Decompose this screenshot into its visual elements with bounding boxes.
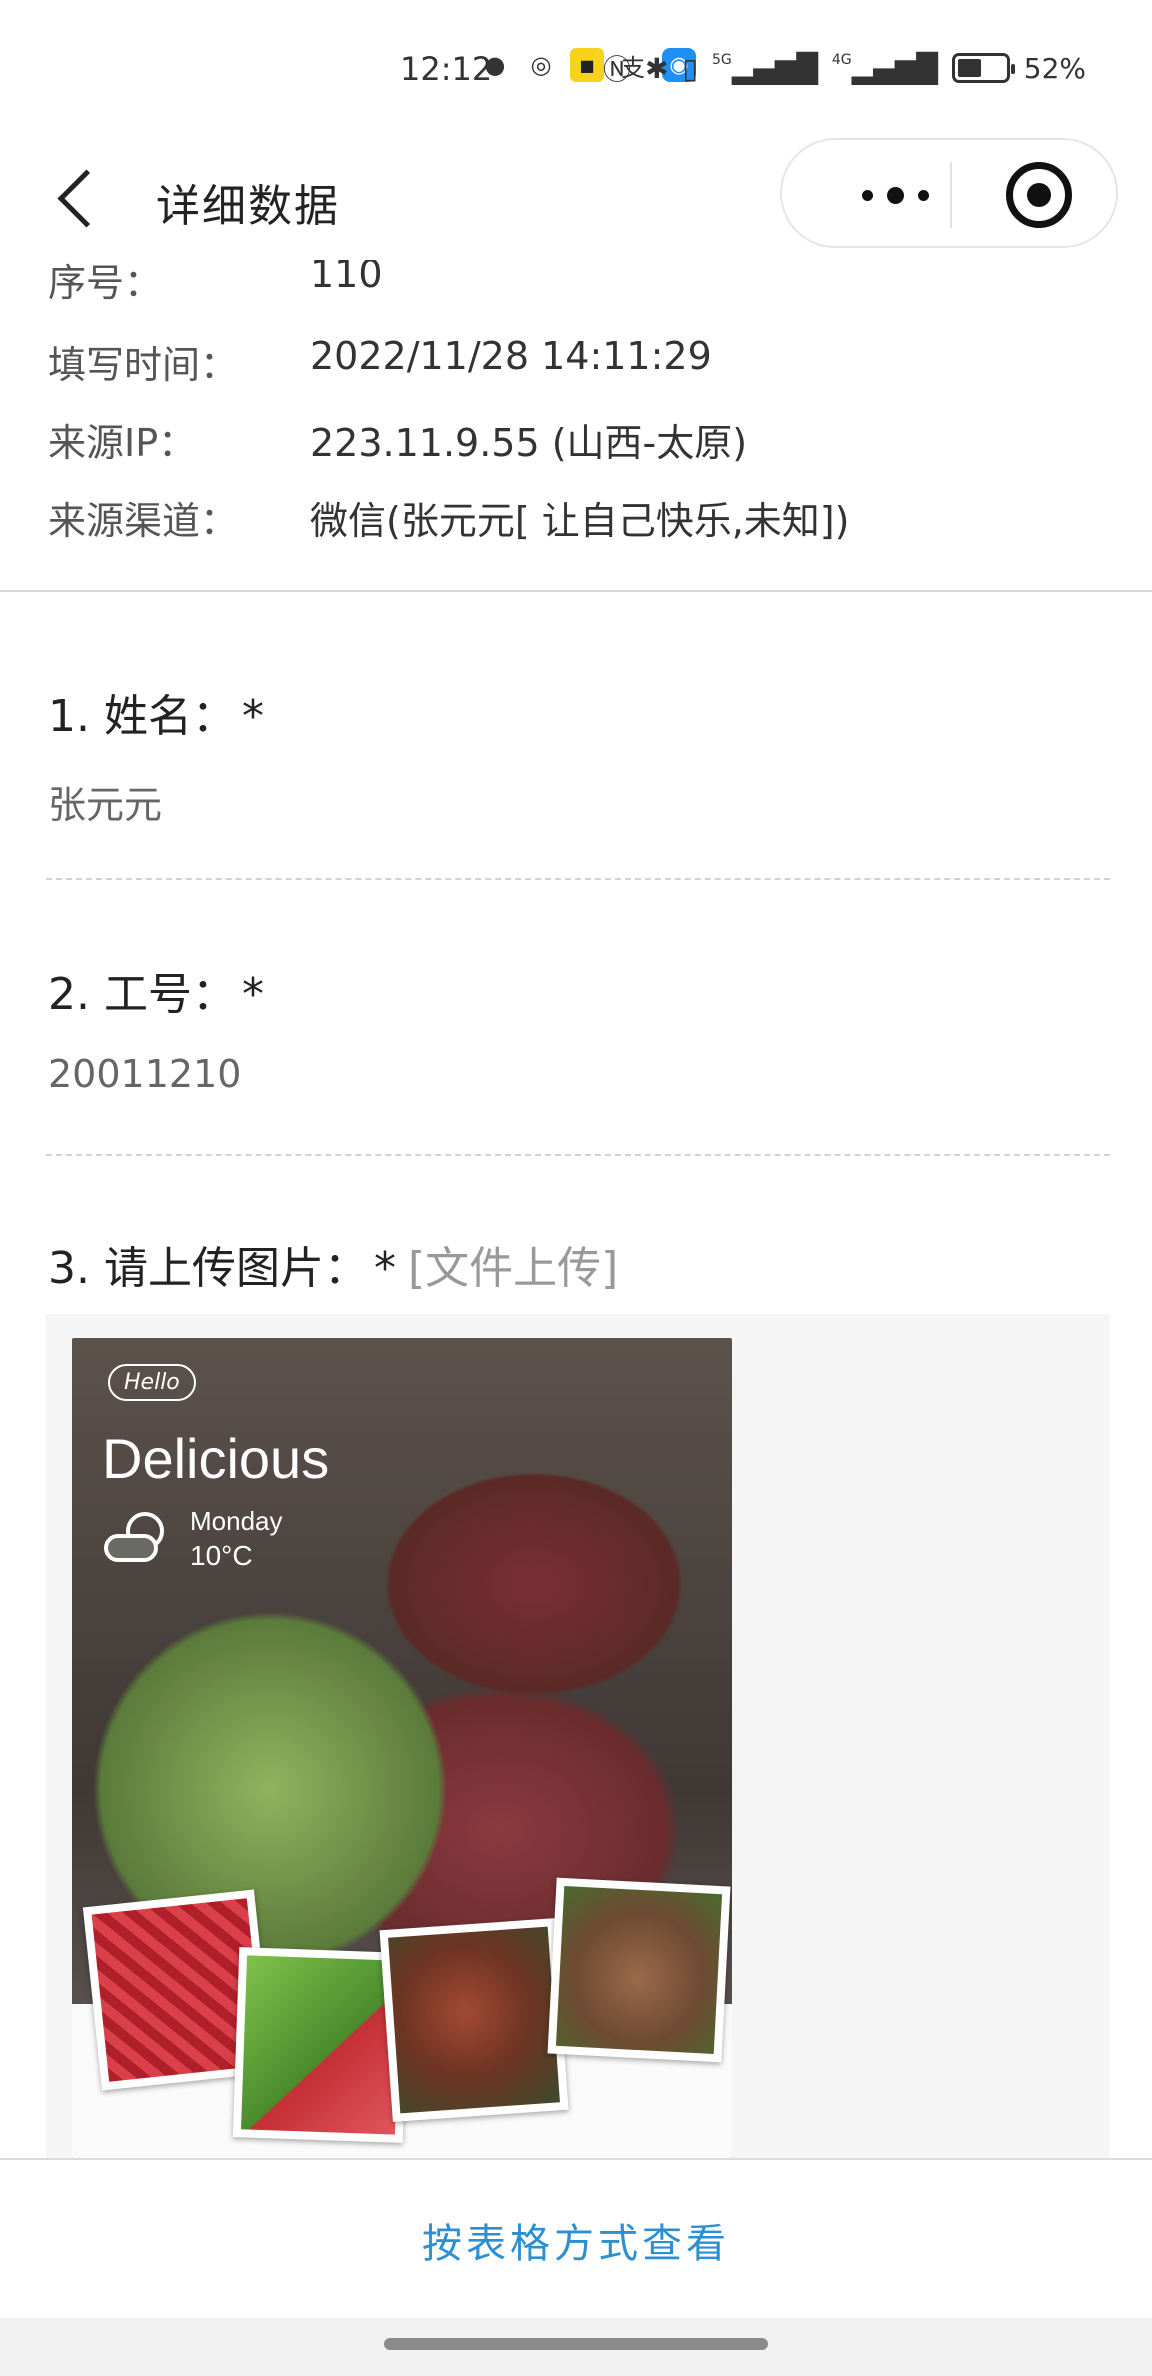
vibrate-icon: ▯ (682, 51, 698, 85)
meta-label: 来源IP： (48, 421, 197, 465)
battery-icon (951, 53, 1015, 83)
question-label: 1. 姓名： (48, 691, 236, 742)
signal-4g-icon: 4G▂▄▆█ (831, 51, 938, 85)
bluetooth-icon: ✱ (645, 51, 669, 85)
nfc-icon: Ⓝ (603, 53, 632, 86)
gesture-area (0, 2318, 1152, 2376)
required-mark: * (241, 691, 264, 742)
network-4g-label: 4G (831, 51, 852, 68)
question-label: 2. 工号： (48, 969, 236, 1020)
question-label: 3. 请上传图片： (48, 1243, 368, 1294)
meta-value: 110 (310, 260, 383, 296)
dashed-divider (46, 878, 1110, 880)
dashed-divider (46, 1154, 1110, 1156)
meta-label: 填写时间： (48, 343, 239, 387)
home-indicator[interactable] (384, 2338, 768, 2350)
status-bar: 12:12 ● ◎ ■ 支 ◉ Ⓝ ✱ ▯ 5G▂▄▆█ 4G▂▄▆█ 52% (0, 0, 1152, 130)
question-name: 1. 姓名： * (48, 680, 264, 744)
uploaded-photo[interactable]: Hello Delicious Monday 10°C (72, 1338, 732, 2158)
detail-content[interactable]: 序号： 110 填写时间： 2022/11/28 14:11:29 来源IP： … (0, 260, 1152, 2160)
upload-preview-box: Hello Delicious Monday 10°C (46, 1314, 1110, 2160)
message-icon: ● (484, 51, 506, 79)
mini-program-capsule (780, 138, 1118, 248)
page-title: 详细数据 (156, 181, 340, 232)
weather-icon: ◎ (530, 51, 552, 79)
battery-fill (957, 59, 981, 77)
required-mark: * (241, 969, 264, 1020)
answer-name: 张元元 (48, 783, 163, 827)
view-as-table-button[interactable]: 按表格方式查看 (0, 2160, 1152, 2320)
meta-value: 微信(张元元[ 让自己快乐,未知]) (310, 499, 850, 543)
taobao-icon: ■ (570, 48, 604, 82)
more-icon[interactable] (830, 170, 960, 220)
question-employee-id: 2. 工号： * (48, 958, 264, 1022)
network-5g-label: 5G (711, 51, 732, 68)
meta-label: 序号： (48, 261, 163, 305)
meta-value: 2022/11/28 14:11:29 (310, 334, 712, 378)
required-mark: * (373, 1243, 396, 1294)
question-upload-image: 3. 请上传图片： * [文件上传] (48, 1232, 618, 1296)
bottom-bar: 按表格方式查看 (0, 2158, 1152, 2320)
photo-caption: Delicious (102, 1427, 330, 1490)
photo-day: Monday (190, 1506, 283, 1536)
collage-thumb (547, 1877, 731, 2063)
close-miniprogram-icon[interactable] (1006, 162, 1072, 228)
capsule-divider (950, 162, 952, 228)
hello-sticker: Hello (108, 1364, 196, 1401)
answer-employee-id: 20011210 (48, 1052, 242, 1096)
weather-icon (104, 1510, 176, 1570)
nav-bar: 详细数据 (0, 130, 1152, 260)
meta-label: 来源渠道： (48, 499, 239, 543)
collage-thumb (379, 1918, 569, 2122)
system-icons: Ⓝ ✱ ▯ 5G▂▄▆█ 4G▂▄▆█ 52% (603, 48, 1086, 88)
file-upload-tag: [文件上传] (407, 1243, 619, 1294)
section-divider (0, 590, 1152, 592)
battery-percent: 52% (1023, 51, 1086, 85)
signal-5g-icon: 5G▂▄▆█ (711, 51, 818, 85)
photo-temperature: 10°C (190, 1540, 253, 1571)
meta-value: 223.11.9.55 (山西-太原) (310, 421, 748, 465)
back-button[interactable] (52, 162, 102, 232)
